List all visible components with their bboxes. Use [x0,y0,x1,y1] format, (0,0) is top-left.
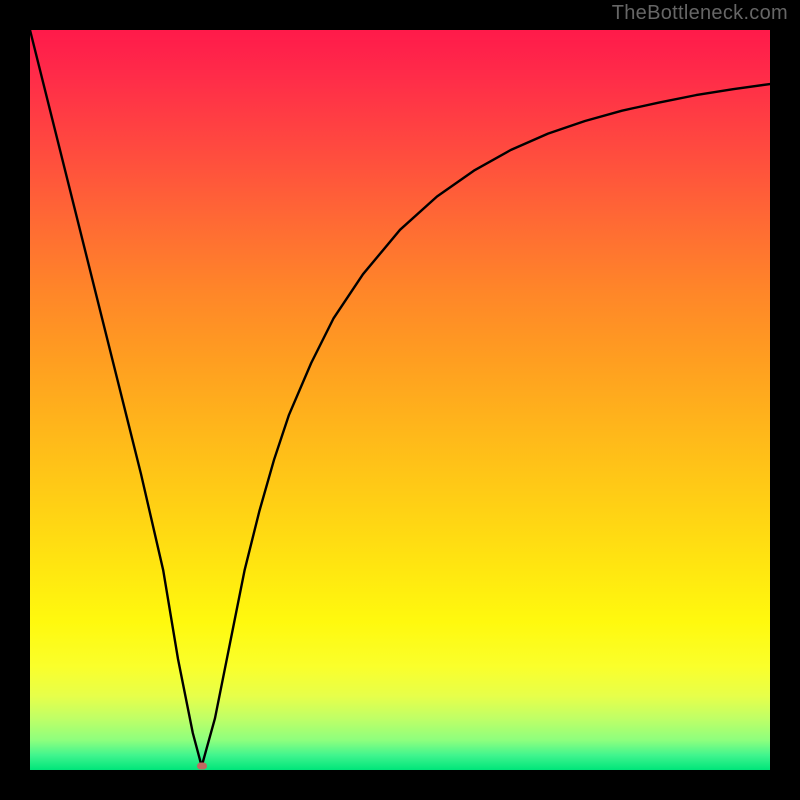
curve-svg [30,30,770,770]
plot-area [30,30,770,770]
bottleneck-curve [30,30,770,766]
watermark-text: TheBottleneck.com [612,2,788,25]
chart-frame: TheBottleneck.com [0,0,800,800]
minimum-marker [197,763,207,770]
